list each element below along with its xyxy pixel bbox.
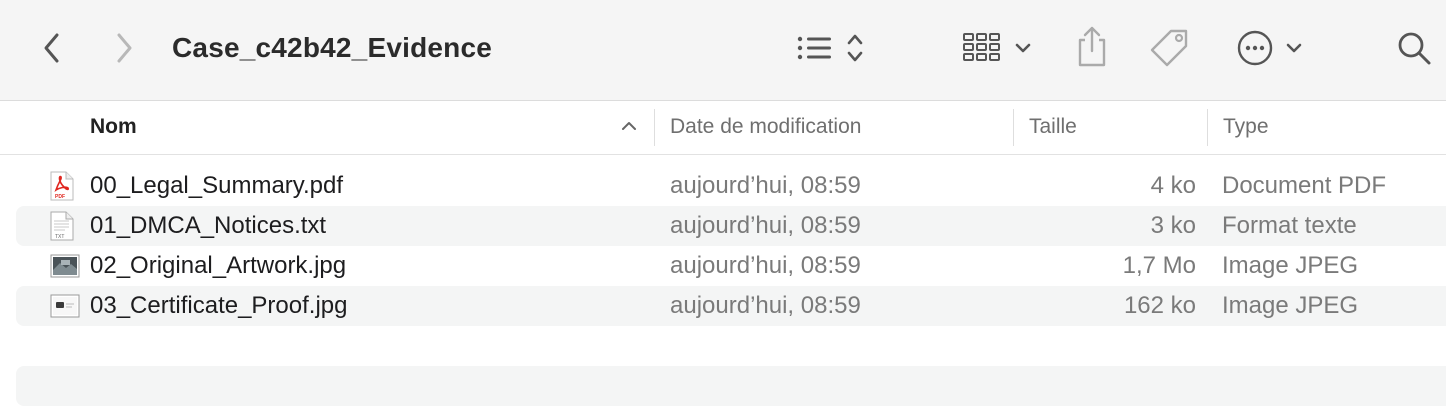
pdf-file-icon: PDF <box>50 171 74 206</box>
column-header-size[interactable]: Taille <box>1029 101 1077 154</box>
file-date: aujourd’hui, 08:59 <box>670 292 861 319</box>
file-size: 162 ko <box>1123 292 1196 319</box>
file-row[interactable]: 02_Original_Artwork.jpg aujourd’hui, 08:… <box>16 246 1446 286</box>
window-title: Case_c42b42_Evidence <box>172 32 492 63</box>
column-divider[interactable] <box>1013 109 1014 146</box>
list-view-icon[interactable] <box>796 30 870 66</box>
share-icon[interactable] <box>1072 24 1112 68</box>
file-row[interactable]: TXT 01_DMCA_Notices.txt aujourd’hui, 08:… <box>16 206 1446 246</box>
toolbar: Case_c42b42_Evidence <box>0 0 1446 101</box>
search-icon[interactable] <box>1394 28 1434 68</box>
jpeg-image-icon <box>50 254 80 283</box>
sort-ascending-icon[interactable] <box>620 119 638 138</box>
file-kind: Image JPEG <box>1222 292 1359 319</box>
file-date: aujourd’hui, 08:59 <box>670 172 861 199</box>
file-name: 01_DMCA_Notices.txt <box>90 212 327 239</box>
file-size: 4 ko <box>1150 172 1196 199</box>
file-size: 3 ko <box>1150 212 1196 239</box>
txt-file-icon: TXT <box>50 211 74 246</box>
file-name: 03_Certificate_Proof.jpg <box>90 292 348 319</box>
file-kind: Format texte <box>1222 212 1357 239</box>
chevron-right-icon[interactable] <box>108 28 140 68</box>
column-divider[interactable] <box>1207 109 1208 146</box>
ellipsis-circle-icon[interactable] <box>1236 28 1308 68</box>
tag-icon[interactable] <box>1148 26 1192 70</box>
svg-text:TXT: TXT <box>55 234 64 240</box>
file-size: 1,7 Mo <box>1122 252 1196 279</box>
file-row[interactable]: PDF 00_Legal_Summary.pdf aujourd’hui, 08… <box>16 166 1446 206</box>
empty-row-band <box>16 366 1446 406</box>
column-header-name[interactable]: Nom <box>90 101 137 154</box>
column-divider[interactable] <box>654 109 655 146</box>
file-kind: Image JPEG <box>1222 252 1359 279</box>
column-header-kind[interactable]: Type <box>1223 101 1269 154</box>
chevron-left-icon[interactable] <box>36 28 68 68</box>
file-date: aujourd’hui, 08:59 <box>670 252 861 279</box>
grid-group-icon[interactable] <box>962 30 1036 66</box>
file-date: aujourd’hui, 08:59 <box>670 212 861 239</box>
jpeg-image-icon <box>50 294 80 323</box>
file-name: 00_Legal_Summary.pdf <box>90 172 344 199</box>
column-header-date[interactable]: Date de modification <box>670 101 861 154</box>
file-name: 02_Original_Artwork.jpg <box>90 252 347 279</box>
svg-text:PDF: PDF <box>55 194 65 200</box>
file-row[interactable]: 03_Certificate_Proof.jpg aujourd’hui, 08… <box>16 286 1446 326</box>
column-header-bar: Nom Date de modification Taille Type <box>0 101 1446 155</box>
file-kind: Document PDF <box>1222 172 1387 199</box>
